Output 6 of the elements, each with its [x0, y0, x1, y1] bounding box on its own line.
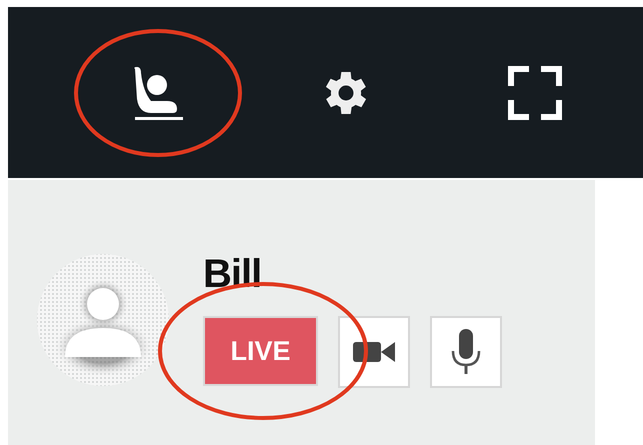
- microphone-icon: [451, 329, 481, 375]
- microphone-button[interactable]: [430, 316, 502, 388]
- camera-button[interactable]: [338, 316, 410, 388]
- live-button[interactable]: LIVE: [203, 316, 318, 386]
- video-camera-icon: [353, 340, 395, 364]
- avatar-icon: [35, 252, 171, 388]
